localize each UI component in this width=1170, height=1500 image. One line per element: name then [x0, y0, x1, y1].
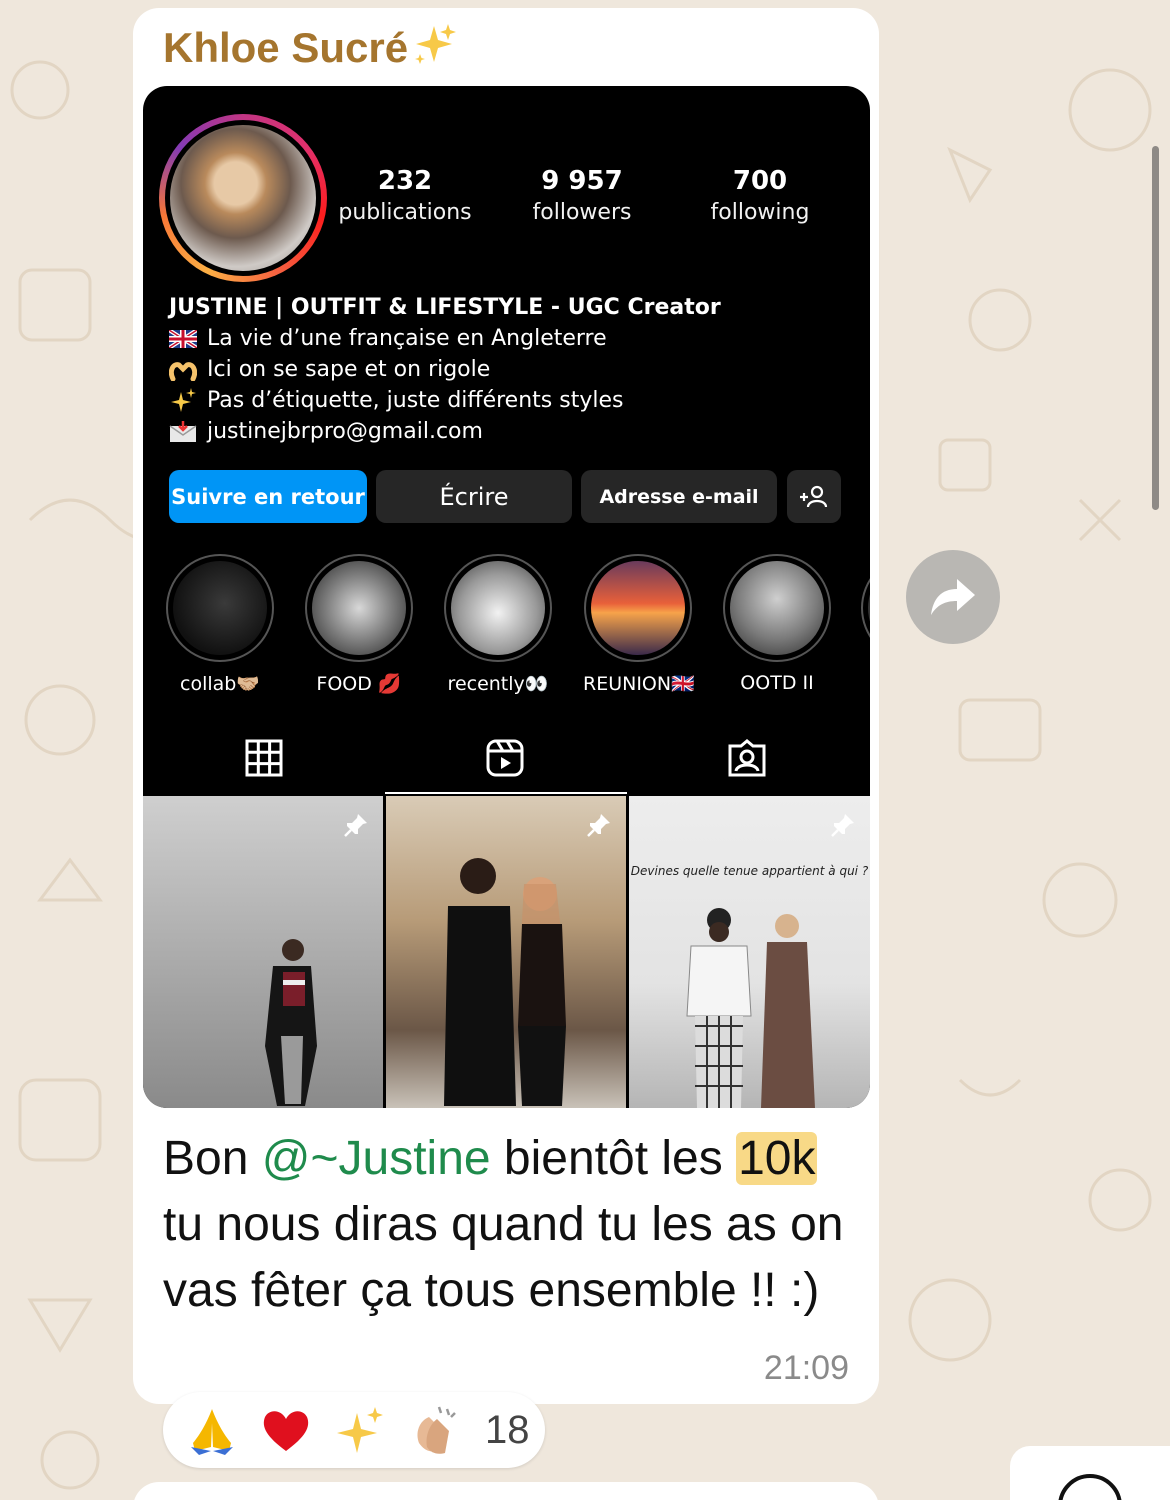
sparkles-icon — [337, 1407, 383, 1453]
highlight-label: recently👀 — [447, 673, 549, 695]
stat-publications: 232 publications — [338, 166, 472, 225]
message-timestamp: 21:09 — [763, 1349, 849, 1387]
profile-tabs — [143, 726, 870, 796]
stat-following: 700 following — [710, 166, 810, 225]
reaction-count: 18 — [485, 1407, 530, 1452]
bio-line: La vie d’une française en Angleterre — [207, 326, 607, 351]
story-highlight[interactable]: recently👀 — [443, 554, 553, 695]
scrollbar[interactable] — [1152, 146, 1159, 510]
post-thumbnail[interactable]: Devines quelle tenue appartient à qui ? — [629, 796, 870, 1108]
reactions-bar[interactable]: 18 — [163, 1392, 545, 1468]
pin-icon — [587, 814, 610, 837]
post-thumbnail[interactable] — [143, 796, 383, 1108]
message-text: Bon @~Justine bientôt les 10k tu nous di… — [163, 1132, 844, 1317]
story-highlight[interactable]: OOTD II — [722, 554, 832, 694]
story-highlight[interactable]: collab🤝🏼 — [165, 554, 275, 695]
pin-icon — [344, 814, 367, 837]
story-highlight[interactable]: REUNION🇬🇧 — [583, 554, 695, 695]
forward-button[interactable] — [906, 550, 1000, 644]
story-highlight[interactable]: FOOD 💋 — [304, 554, 414, 695]
highlight-label: collab🤝🏼 — [180, 673, 260, 695]
mention-link[interactable]: @~Justine — [262, 1132, 491, 1185]
add-person-icon — [800, 485, 828, 507]
sender-name[interactable]: Khloe Sucré — [163, 22, 458, 72]
instagram-profile-screenshot[interactable]: 232 publications 9 957 followers 700 fol… — [143, 86, 870, 1108]
post-caption: Devines quelle tenue appartient à qui ? — [630, 864, 869, 878]
story-highlight[interactable] — [861, 554, 870, 662]
highlight-label: OOTD II — [740, 672, 814, 694]
reels-icon[interactable] — [485, 738, 525, 778]
tagged-icon[interactable] — [727, 738, 767, 778]
bio-line: Pas d’étiquette, juste différents styles — [207, 388, 624, 413]
post-thumbnail[interactable] — [386, 796, 626, 1108]
stat-followers: 9 957 followers — [532, 166, 632, 225]
highlight-label: REUNION🇬🇧 — [583, 673, 695, 695]
heart-hands-icon — [169, 361, 197, 381]
profile-bio: JUSTINE | OUTFIT & LIFESTYLE - UGC Creat… — [169, 292, 849, 447]
sparkles-icon — [415, 24, 457, 64]
bio-line: Ici on se sape et on rigole — [207, 357, 491, 382]
forward-icon — [931, 579, 975, 615]
message-bubble[interactable]: Khloe Sucré 232 publications 9 957 follo… — [133, 8, 879, 1404]
active-tab-indicator — [385, 792, 627, 794]
person-figure — [265, 939, 317, 1106]
highlighted-word: 10k — [736, 1132, 818, 1185]
bio-line: justinejbrpro@gmail.com — [207, 419, 483, 444]
sparkles-icon — [171, 387, 196, 412]
next-message-bubble[interactable] — [133, 1482, 879, 1500]
bio-title: JUSTINE | OUTFIT & LIFESTYLE - UGC Creat… — [169, 295, 721, 320]
clapping-hands-icon — [417, 1406, 456, 1454]
grid-icon[interactable] — [244, 738, 284, 778]
message-button[interactable]: Écrire — [376, 470, 572, 523]
uk-flag-icon — [169, 329, 197, 348]
highlight-label: FOOD 💋 — [316, 673, 402, 695]
two-people-figure — [686, 908, 815, 1108]
add-friend-button[interactable] — [787, 470, 841, 523]
couple-figure — [444, 858, 566, 1106]
avatar — [159, 114, 327, 282]
red-heart-icon — [263, 1411, 309, 1451]
folded-hands-icon — [191, 1409, 233, 1455]
follow-back-button[interactable]: Suivre en retour — [169, 470, 367, 523]
pin-icon — [831, 814, 854, 837]
posts-grid: Devines quelle tenue appartient à qui ? — [143, 796, 870, 1108]
envelope-icon — [169, 420, 197, 442]
email-button[interactable]: Adresse e-mail — [581, 470, 777, 523]
